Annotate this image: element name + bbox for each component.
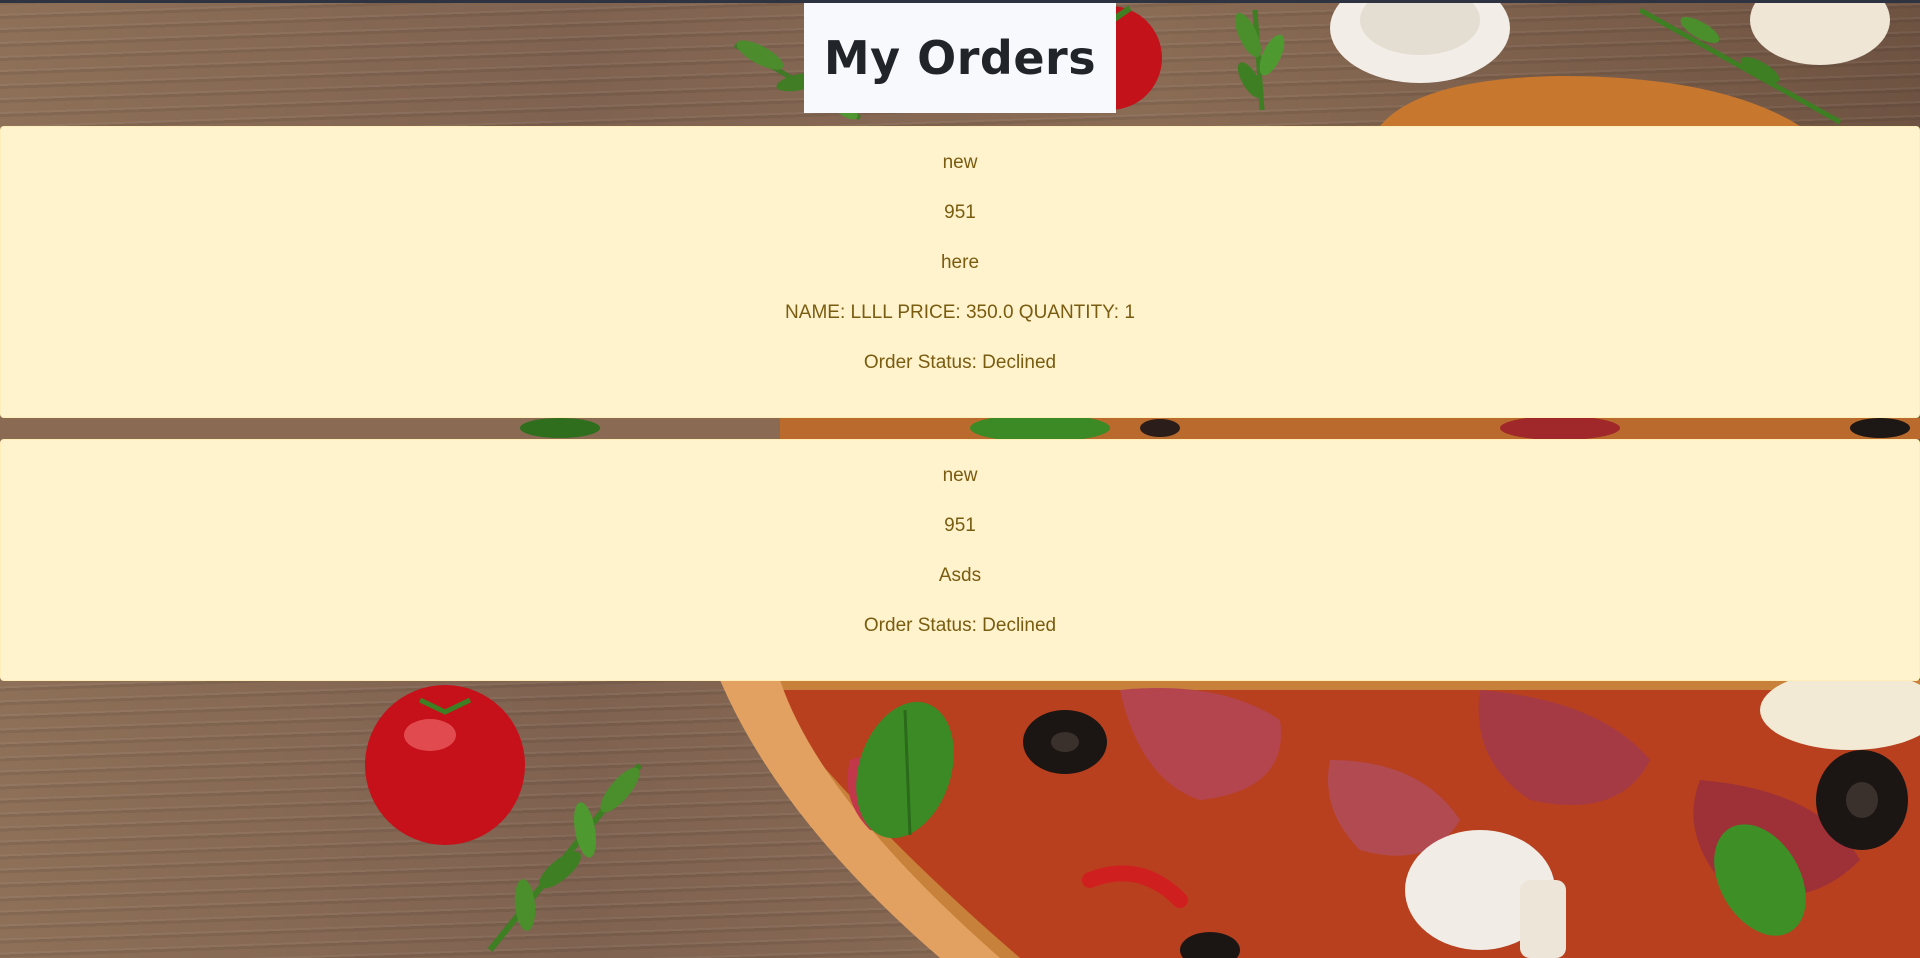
order-status: Order Status: Declined	[863, 352, 1057, 373]
order-number: 951	[944, 202, 976, 223]
order-type: new	[942, 465, 978, 486]
order-type: new	[942, 152, 978, 173]
order-card: new 951 Asds Order Status: Declined	[0, 439, 1920, 681]
order-card: new 951 here NAME: LLLL PRICE: 350.0 QUA…	[0, 126, 1920, 418]
order-address: here	[940, 252, 980, 273]
window-top-strip	[0, 0, 1920, 3]
page-title: My Orders	[823, 31, 1097, 85]
page-title-box: My Orders	[804, 3, 1116, 113]
order-status: Order Status: Declined	[863, 615, 1057, 636]
order-item: NAME: LLLL PRICE: 350.0 QUANTITY: 1	[785, 302, 1135, 323]
order-address: Asds	[938, 565, 982, 586]
order-number: 951	[944, 515, 976, 536]
